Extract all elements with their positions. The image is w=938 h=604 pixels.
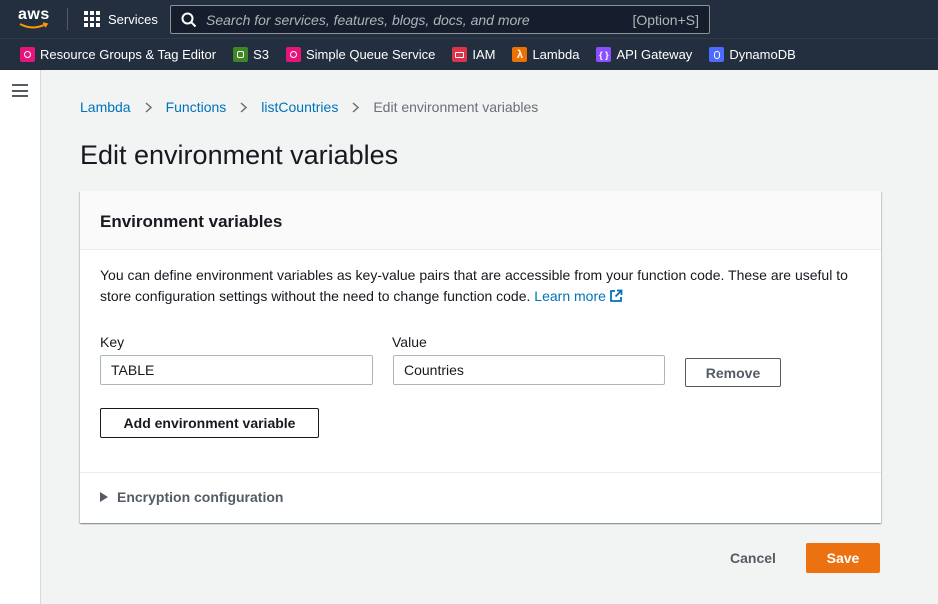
chevron-right-icon bbox=[240, 101, 248, 113]
add-button-label: Add environment variable bbox=[123, 415, 296, 431]
panel-divider bbox=[80, 472, 881, 473]
favorite-label: S3 bbox=[253, 47, 269, 62]
save-button[interactable]: Save bbox=[806, 543, 880, 573]
favorite-sqs[interactable]: Simple Queue Service bbox=[285, 47, 436, 62]
env-key-input[interactable] bbox=[100, 355, 373, 385]
breadcrumb-lambda[interactable]: Lambda bbox=[80, 99, 131, 115]
dynamodb-icon bbox=[709, 47, 725, 62]
favorite-label: Lambda bbox=[532, 47, 580, 62]
description-text: You can define environment variables as … bbox=[100, 267, 848, 304]
favorite-dynamodb[interactable]: DynamoDB bbox=[709, 47, 796, 62]
env-value-input[interactable] bbox=[393, 355, 665, 385]
resource-groups-icon bbox=[20, 47, 35, 62]
breadcrumb-functions[interactable]: Functions bbox=[166, 99, 227, 115]
services-menu-button[interactable]: Services bbox=[84, 10, 158, 28]
caret-right-icon bbox=[100, 492, 108, 502]
save-label: Save bbox=[826, 550, 860, 566]
nav-divider bbox=[67, 8, 68, 30]
breadcrumb: Lambda Functions listCountries Edit envi… bbox=[80, 97, 538, 117]
environment-variables-panel: Environment variables You can define env… bbox=[80, 191, 881, 523]
search-icon bbox=[181, 12, 197, 27]
services-grid-icon bbox=[84, 11, 100, 27]
search-shortcut-hint: [Option+S] bbox=[632, 11, 699, 28]
page-title: Edit environment variables bbox=[80, 140, 399, 170]
search-input[interactable] bbox=[197, 6, 633, 33]
aws-smile-icon bbox=[19, 22, 49, 29]
favorite-label: DynamoDB bbox=[729, 47, 796, 62]
chevron-right-icon bbox=[352, 101, 360, 113]
favorites-bar: Resource Groups & Tag Editor S3 Simple Q… bbox=[0, 38, 938, 70]
external-link-icon bbox=[609, 289, 623, 302]
side-navigation-rail bbox=[0, 70, 41, 604]
add-environment-variable-button[interactable]: Add environment variable bbox=[100, 408, 319, 438]
favorite-api-gateway[interactable]: { } API Gateway bbox=[596, 47, 692, 62]
favorite-label: Resource Groups & Tag Editor bbox=[40, 47, 217, 62]
learn-more-link[interactable]: Learn more bbox=[534, 288, 623, 304]
breadcrumb-current: Edit environment variables bbox=[373, 99, 539, 115]
favorite-iam[interactable]: IAM bbox=[452, 47, 495, 62]
sqs-icon bbox=[285, 47, 301, 62]
api-gateway-icon: { } bbox=[596, 47, 612, 62]
panel-description: You can define environment variables as … bbox=[100, 265, 870, 307]
remove-button-label: Remove bbox=[705, 364, 761, 381]
key-label: Key bbox=[100, 334, 125, 350]
top-navigation: aws Services [Option+S] bbox=[0, 0, 938, 38]
panel-title: Environment variables bbox=[100, 212, 283, 231]
favorite-label: Simple Queue Service bbox=[305, 47, 436, 62]
s3-icon bbox=[233, 47, 249, 62]
encryption-configuration-expander[interactable]: Encryption configuration bbox=[100, 489, 283, 505]
aws-logo[interactable]: aws bbox=[18, 6, 52, 32]
favorite-resource-groups[interactable]: Resource Groups & Tag Editor bbox=[20, 47, 216, 62]
favorite-s3[interactable]: S3 bbox=[233, 47, 269, 62]
menu-icon[interactable] bbox=[12, 84, 28, 97]
favorite-label: API Gateway bbox=[616, 47, 693, 62]
cancel-button[interactable]: Cancel bbox=[714, 543, 792, 573]
iam-icon bbox=[452, 47, 468, 62]
chevron-right-icon bbox=[145, 101, 152, 113]
lambda-icon: λ bbox=[512, 47, 528, 62]
favorite-label: IAM bbox=[472, 47, 496, 62]
panel-header: Environment variables bbox=[80, 191, 881, 250]
favorite-lambda[interactable]: λ Lambda bbox=[512, 47, 579, 62]
learn-more-label: Learn more bbox=[534, 288, 606, 304]
encryption-label: Encryption configuration bbox=[117, 489, 284, 505]
services-label: Services bbox=[108, 11, 158, 27]
global-search[interactable]: [Option+S] bbox=[170, 5, 710, 34]
value-label: Value bbox=[392, 334, 427, 350]
remove-button[interactable]: Remove bbox=[685, 358, 781, 387]
breadcrumb-function-name[interactable]: listCountries bbox=[261, 99, 338, 115]
cancel-label: Cancel bbox=[730, 550, 776, 566]
